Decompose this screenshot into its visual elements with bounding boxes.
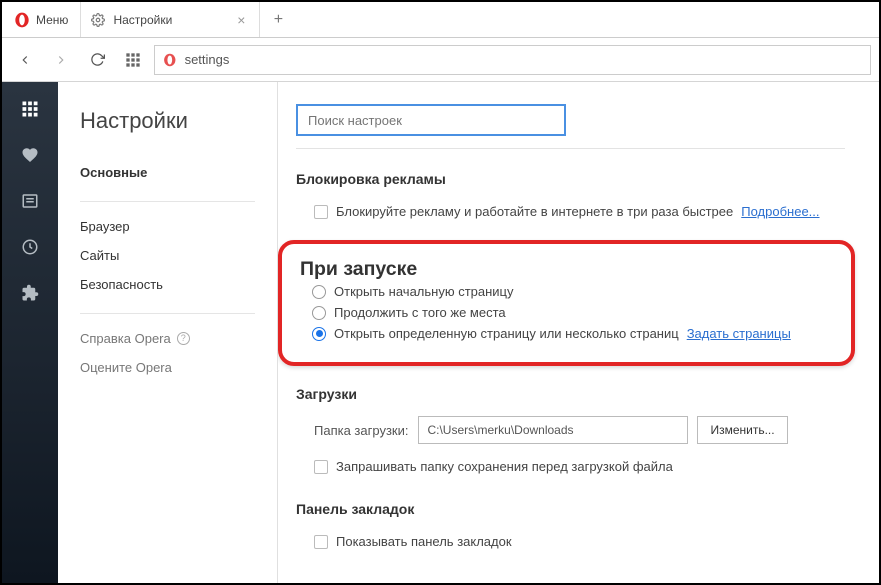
- extensions-icon[interactable]: [21, 284, 39, 302]
- forward-button[interactable]: [46, 45, 76, 75]
- menu-label: Меню: [36, 13, 68, 27]
- section-downloads: Загрузки Папка загрузки: Изменить... Зап…: [296, 386, 845, 477]
- checkbox-icon[interactable]: [314, 535, 328, 549]
- sidebar-item-sites[interactable]: Сайты: [80, 241, 255, 270]
- sidebar-item-main[interactable]: Основные: [80, 158, 255, 187]
- startup-option-2[interactable]: Продолжить с того же места: [292, 302, 835, 323]
- close-icon[interactable]: ×: [233, 12, 249, 28]
- adblock-checkbox-row[interactable]: Блокируйте рекламу и работайте в интерне…: [296, 201, 845, 222]
- section-title: При запуске: [292, 258, 835, 281]
- sidebar-item-browser[interactable]: Браузер: [80, 212, 255, 241]
- radio-icon[interactable]: [312, 306, 326, 320]
- help-label: Справка Opera: [80, 331, 171, 346]
- search-settings[interactable]: [296, 104, 566, 136]
- address-field[interactable]: [154, 45, 871, 75]
- tab-title: Настройки: [113, 13, 225, 27]
- titlebar: Меню Настройки × +: [2, 2, 879, 38]
- gear-icon: [91, 13, 105, 27]
- url-input[interactable]: [185, 52, 862, 67]
- speed-dial-button[interactable]: [118, 45, 148, 75]
- download-folder-input[interactable]: [418, 416, 688, 444]
- tab-settings[interactable]: Настройки ×: [80, 2, 260, 37]
- page-title: Настройки: [80, 108, 255, 134]
- checkbox-icon[interactable]: [314, 460, 328, 474]
- section-title: Панель закладок: [296, 501, 845, 517]
- back-button[interactable]: [10, 45, 40, 75]
- startup-option-3[interactable]: Открыть определенную страницу или нескол…: [292, 323, 835, 344]
- radio-icon[interactable]: [312, 327, 326, 341]
- help-icon: ?: [177, 332, 190, 345]
- icon-sidebar: [2, 82, 58, 583]
- show-bookmarks-row[interactable]: Показывать панель закладок: [296, 531, 845, 552]
- section-title: Загрузки: [296, 386, 845, 402]
- section-bookmarks-bar: Панель закладок Показывать панель заклад…: [296, 501, 845, 552]
- download-folder-label: Папка загрузки:: [314, 423, 408, 438]
- checkbox-icon[interactable]: [314, 205, 328, 219]
- search-input[interactable]: [308, 113, 554, 128]
- settings-sidebar: Настройки Основные Браузер Сайты Безопас…: [58, 82, 278, 583]
- speed-dial-icon[interactable]: [21, 100, 39, 118]
- opera-icon: [14, 12, 30, 28]
- section-adblock: Блокировка рекламы Блокируйте рекламу и …: [296, 171, 845, 222]
- change-folder-button[interactable]: Изменить...: [697, 416, 787, 444]
- radio-icon[interactable]: [312, 285, 326, 299]
- learn-more-link[interactable]: Подробнее...: [741, 204, 819, 219]
- new-tab-button[interactable]: +: [260, 2, 296, 37]
- bookmarks-icon[interactable]: [21, 146, 39, 164]
- menu-button[interactable]: Меню: [2, 2, 80, 37]
- sidebar-item-help[interactable]: Справка Opera ?: [80, 324, 255, 353]
- section-startup: При запуске Открыть начальную страницу П…: [278, 240, 855, 366]
- adblock-label: Блокируйте рекламу и работайте в интерне…: [336, 204, 733, 219]
- opera-icon: [163, 53, 177, 67]
- address-bar: [2, 38, 879, 82]
- ask-before-download-row[interactable]: Запрашивать папку сохранения перед загру…: [296, 456, 845, 477]
- news-icon[interactable]: [21, 192, 39, 210]
- section-title: Блокировка рекламы: [296, 171, 845, 187]
- set-pages-link[interactable]: Задать страницы: [687, 326, 791, 341]
- sidebar-item-rate[interactable]: Оцените Opera: [80, 353, 255, 382]
- startup-option-1[interactable]: Открыть начальную страницу: [292, 281, 835, 302]
- sidebar-item-security[interactable]: Безопасность: [80, 270, 255, 299]
- history-icon[interactable]: [21, 238, 39, 256]
- settings-content: Блокировка рекламы Блокируйте рекламу и …: [278, 82, 879, 583]
- reload-button[interactable]: [82, 45, 112, 75]
